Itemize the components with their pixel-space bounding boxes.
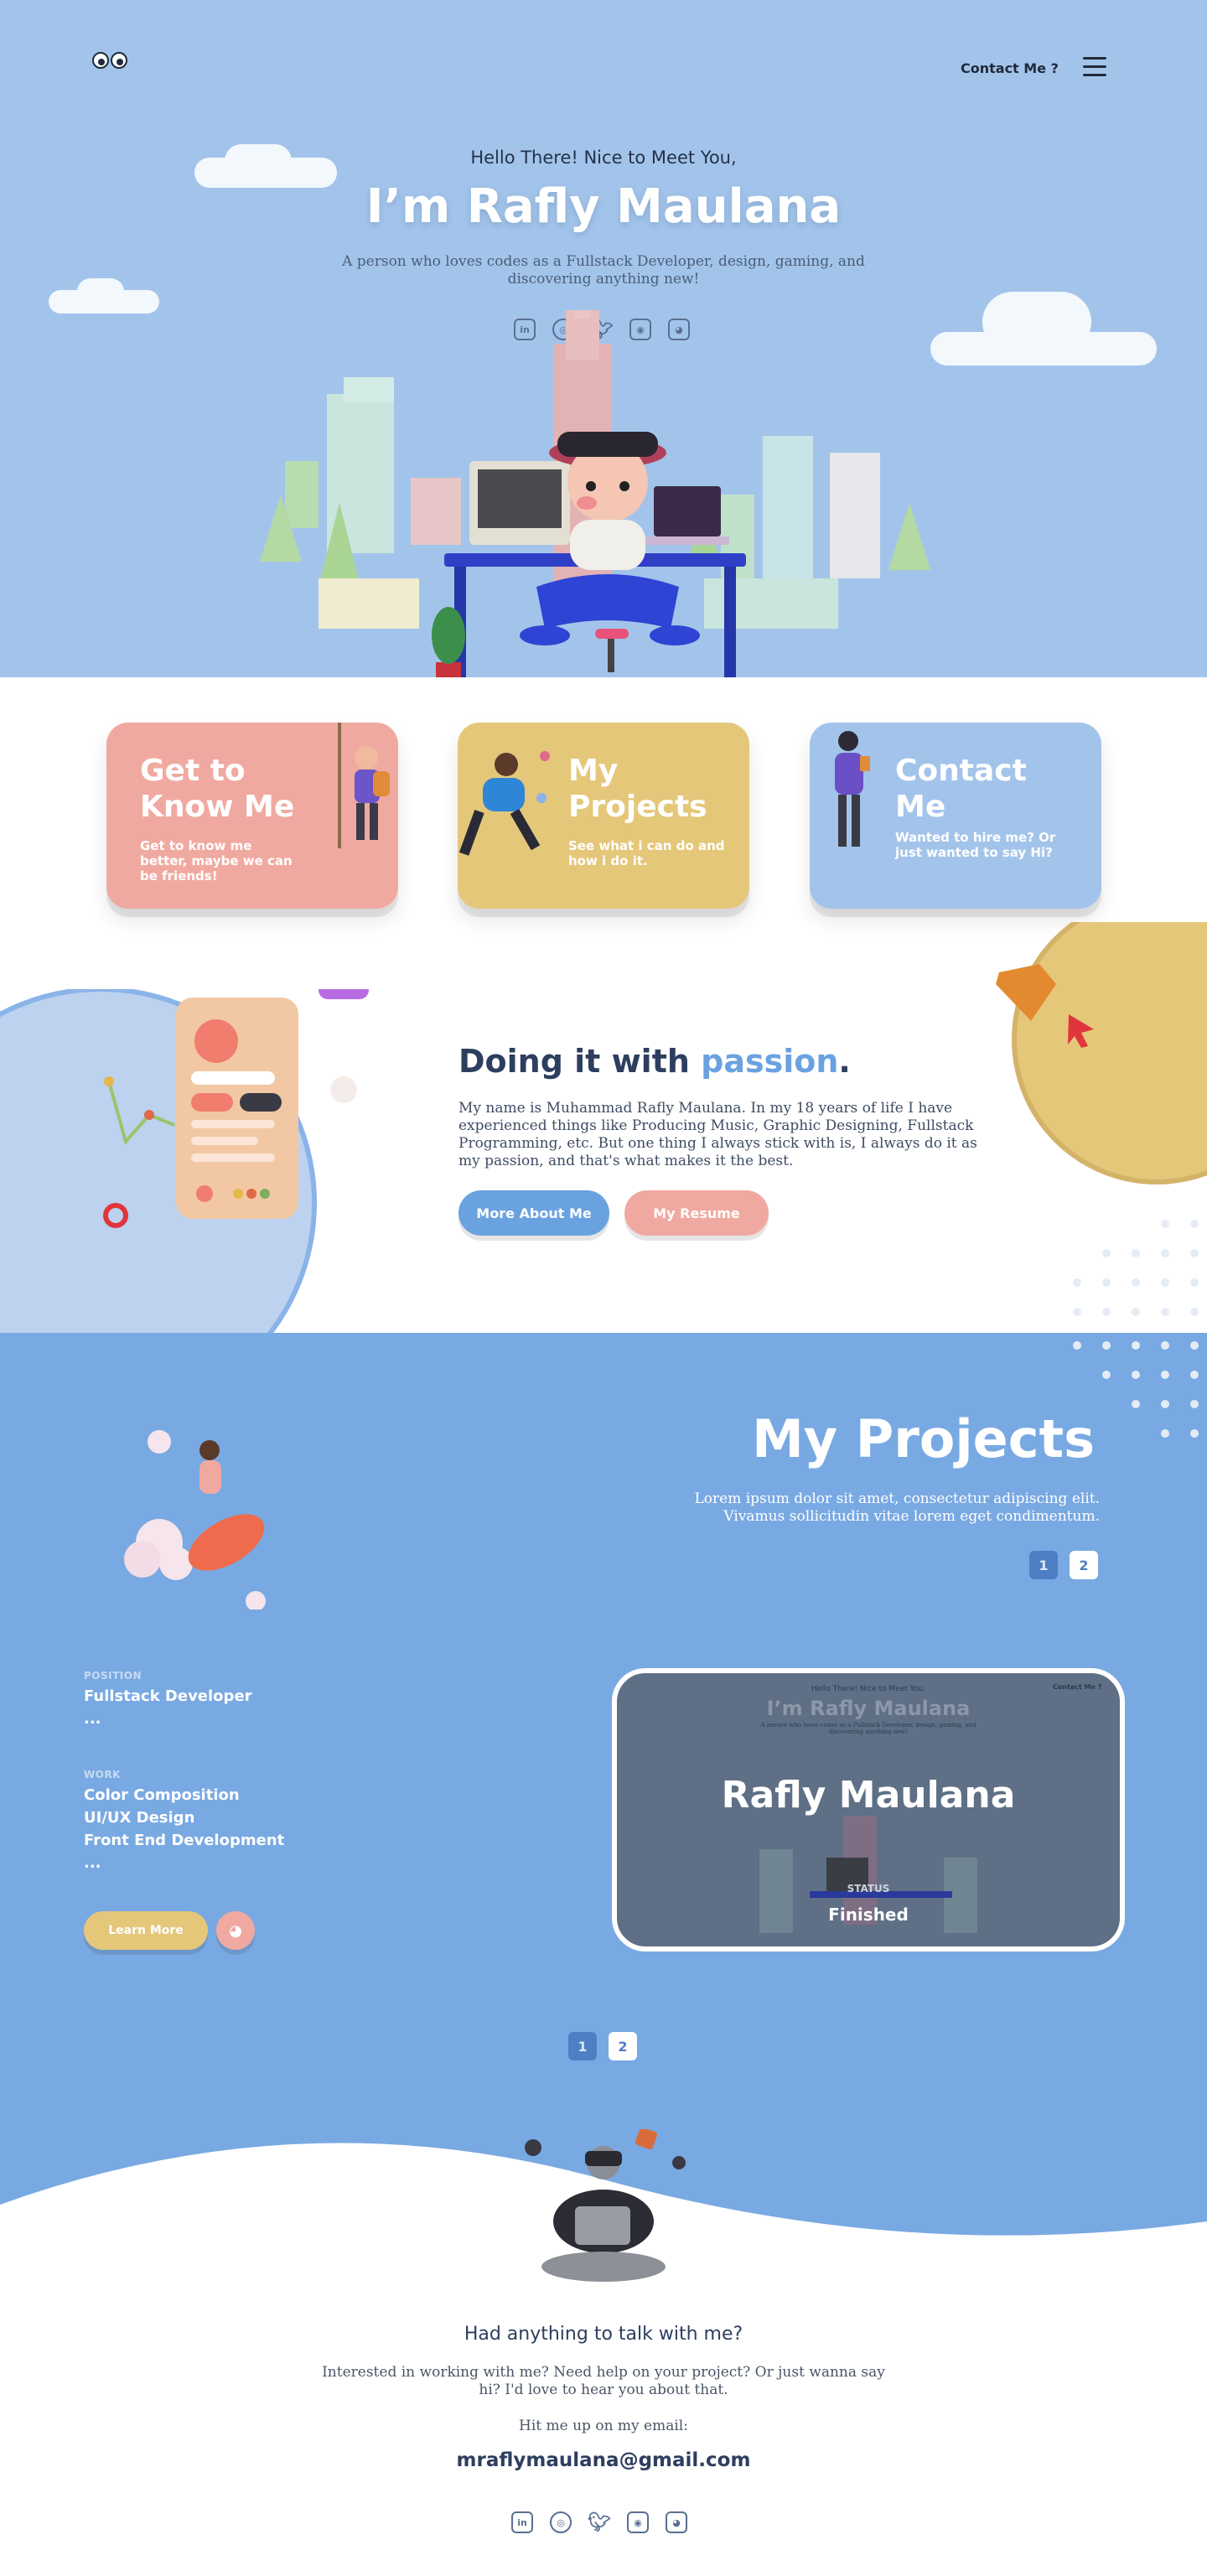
page-button-2[interactable]: 2: [1070, 1551, 1098, 1579]
position-value: ...: [84, 1710, 101, 1728]
nav-contact-link[interactable]: Contact Me ?: [961, 60, 1059, 76]
linkedin-icon[interactable]: in: [511, 2511, 533, 2533]
rocket-rider-illustration: [124, 1430, 266, 1609]
work-value: Color Composition: [84, 1786, 240, 1804]
hero-description: A person who loves codes as a Fullstack …: [342, 253, 865, 288]
card-my-projects[interactable]: My Projects See what i can do and how i …: [458, 723, 749, 909]
hiker-illustration: [338, 723, 390, 848]
work-label: WORK: [84, 1769, 121, 1780]
work-value: UI/UX Design: [84, 1809, 195, 1827]
hamburger-icon[interactable]: [1083, 57, 1106, 77]
position-value: Fullstack Developer: [84, 1687, 252, 1705]
preview-description: A person who loves codes as a Fullstack …: [760, 1722, 976, 1735]
preview-status: Finished: [828, 1905, 909, 1925]
hero-name: I’m Rafly Maulana: [365, 179, 842, 234]
hero-desk-illustration: [260, 310, 930, 677]
cloud-decoration: [77, 278, 124, 305]
preview-name: I’m Rafly Maulana: [766, 1697, 971, 1720]
page-button-1[interactable]: 1: [1029, 1551, 1058, 1579]
card-title-line1: Get to: [140, 754, 246, 788]
page-button-2[interactable]: 2: [609, 2032, 637, 2060]
card-title-line1: My: [568, 754, 619, 788]
discord-icon[interactable]: ◕: [666, 2511, 687, 2533]
my-resume-button[interactable]: My Resume: [624, 1190, 769, 1236]
card-title-line1: Contact: [895, 754, 1027, 788]
page-button-1[interactable]: 1: [568, 2032, 597, 2060]
card-contact-me[interactable]: Contact Me Wanted to hire me? Or just wa…: [810, 723, 1101, 909]
site-logo[interactable]: [92, 47, 131, 75]
passion-text: My name is Muhammad Rafly Maulana. In my…: [458, 1100, 977, 1169]
card-title-line2: Projects: [568, 790, 707, 824]
footer-social-links: in ◎ 🐦︎ ◉ ◕: [511, 2511, 687, 2533]
preview-contact: Contact Me ?: [1053, 1683, 1102, 1691]
learn-more-button[interactable]: Learn More: [84, 1911, 208, 1950]
projects-section: My Projects Lorem ipsum dolor sit amet, …: [0, 1333, 1207, 2263]
contact-hit-me: Hit me up on my email:: [519, 2418, 688, 2434]
card-subtitle: See what i can do and how i do it.: [568, 838, 725, 868]
preview-greeting: Hello There! Nice to Meet You,: [811, 1685, 925, 1693]
card-subtitle: Get to know me better, maybe we can be f…: [140, 838, 293, 884]
card-subtitle: Wanted to hire me? Or just wanted to say…: [895, 830, 1056, 860]
globe-icon[interactable]: ◕: [216, 1911, 255, 1950]
twitter-icon[interactable]: 🐦︎: [588, 2511, 611, 2533]
hero-greeting: Hello There! Nice to Meet You,: [470, 148, 737, 168]
phone-person-illustration: [835, 731, 870, 847]
laptop-character-illustration: [525, 2129, 686, 2282]
projects-description: Lorem ipsum dolor sit amet, consectetur …: [694, 1490, 1101, 1525]
hero-section: Contact Me ? Hello There! Nice to Meet Y…: [0, 0, 1207, 677]
projects-title: My Projects: [752, 1408, 1095, 1469]
card-get-to-know-me[interactable]: Get to Know Me Get to know me better, ma…: [106, 723, 398, 909]
cloud-decoration: [982, 292, 1091, 352]
card-title-line2: Me: [895, 790, 946, 824]
logo-eye-right: [111, 52, 127, 69]
juggler-illustration: [458, 751, 550, 856]
work-value: Front End Development: [84, 1832, 285, 1849]
preview-status-label: STATUS: [847, 1883, 890, 1894]
position-label: POSITION: [84, 1670, 142, 1682]
contact-heading: Had anything to talk with me?: [464, 2324, 743, 2345]
more-about-me-button[interactable]: More About Me: [458, 1190, 609, 1236]
contact-email[interactable]: mraflymaulana@gmail.com: [0, 2449, 1207, 2471]
contact-description: Interested in working with me? Need help…: [322, 2364, 885, 2398]
passion-title: Doing it with passion.: [458, 1043, 851, 1080]
instagram-icon[interactable]: ◉: [627, 2511, 649, 2533]
logo-eye-left: [92, 52, 109, 69]
project-preview-card[interactable]: Hello There! Nice to Meet You, I’m Rafly…: [612, 1668, 1125, 1951]
gem-cursor-illustration: [996, 922, 1207, 1316]
preview-title: Rafly Maulana: [721, 1774, 1016, 1817]
work-value: ...: [84, 1854, 101, 1872]
card-title-line2: Know Me: [140, 790, 295, 824]
dribbble-icon[interactable]: ◎: [550, 2511, 572, 2533]
